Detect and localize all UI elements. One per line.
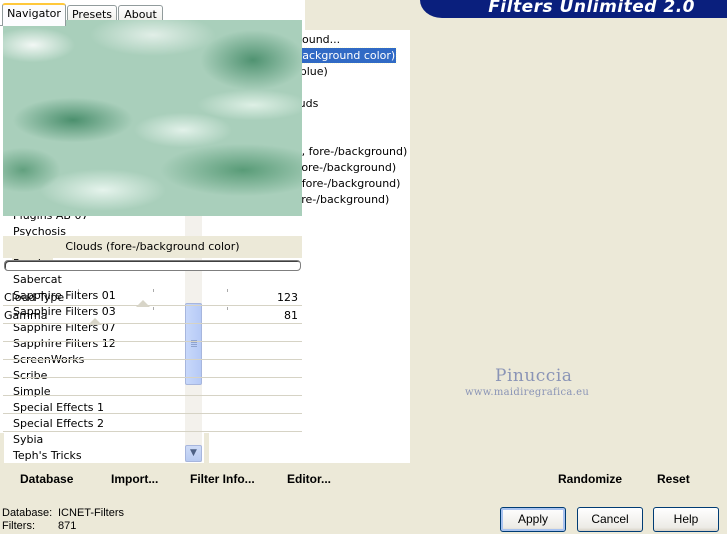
param-empty-row: [3, 415, 302, 432]
slider-tick: [227, 307, 228, 310]
scroll-down-button[interactable]: ▼: [185, 445, 202, 462]
filters-count: 871: [58, 520, 77, 532]
database-link[interactable]: Database: [20, 472, 73, 486]
param-cloud-type[interactable]: Cloud Type 123: [3, 289, 302, 306]
slider-tick: [78, 307, 79, 310]
cloud-type-slider-handle[interactable]: [136, 300, 150, 307]
watermark-name: Pinuccia: [495, 366, 573, 386]
progress-bar: [4, 260, 301, 271]
apply-button[interactable]: Apply: [500, 507, 566, 532]
reset-link[interactable]: Reset: [657, 472, 690, 486]
gamma-slider-handle[interactable]: [88, 318, 102, 325]
slider-tick: [227, 289, 228, 292]
param-empty-row: [3, 397, 302, 414]
database-value: ICNET-Filters: [58, 507, 124, 519]
preview-filter-name: Clouds (fore-/background color): [3, 236, 302, 258]
param-name: Gamma: [4, 309, 48, 322]
chevron-down-icon: ▼: [190, 448, 197, 458]
watermark-url: www.maidiregrafica.eu: [465, 387, 590, 398]
slider-tick: [153, 289, 154, 292]
editor-link[interactable]: Editor...: [287, 472, 331, 486]
category-item[interactable]: Sabercat: [12, 272, 63, 287]
cancel-button[interactable]: Cancel: [577, 507, 643, 532]
slider-tick: [153, 307, 154, 310]
filters-label: Filters:: [2, 520, 35, 532]
category-item[interactable]: Sybia: [12, 432, 44, 447]
tab-navigator[interactable]: Navigator: [2, 3, 66, 26]
randomize-link[interactable]: Randomize: [558, 472, 622, 486]
param-gamma[interactable]: Gamma 81: [3, 307, 302, 324]
filter-info-link[interactable]: Filter Info...: [190, 472, 255, 486]
param-name: Cloud Type: [4, 291, 65, 304]
help-button[interactable]: Help: [653, 507, 719, 532]
slider-tick: [78, 289, 79, 292]
preview-image: [3, 20, 302, 216]
category-item[interactable]: Teph's Tricks: [12, 448, 83, 463]
param-value[interactable]: 81: [284, 307, 298, 324]
param-value[interactable]: 123: [277, 289, 298, 306]
app-title: Filters Unlimited 2.0: [488, 0, 695, 17]
param-empty-row: [3, 379, 302, 396]
param-empty-row: [3, 325, 302, 342]
param-empty-row: [3, 361, 302, 378]
import-link[interactable]: Import...: [111, 472, 158, 486]
param-empty-row: [3, 343, 302, 360]
app-title-banner: Filters Unlimited 2.0: [420, 0, 727, 18]
database-label: Database:: [2, 507, 53, 519]
